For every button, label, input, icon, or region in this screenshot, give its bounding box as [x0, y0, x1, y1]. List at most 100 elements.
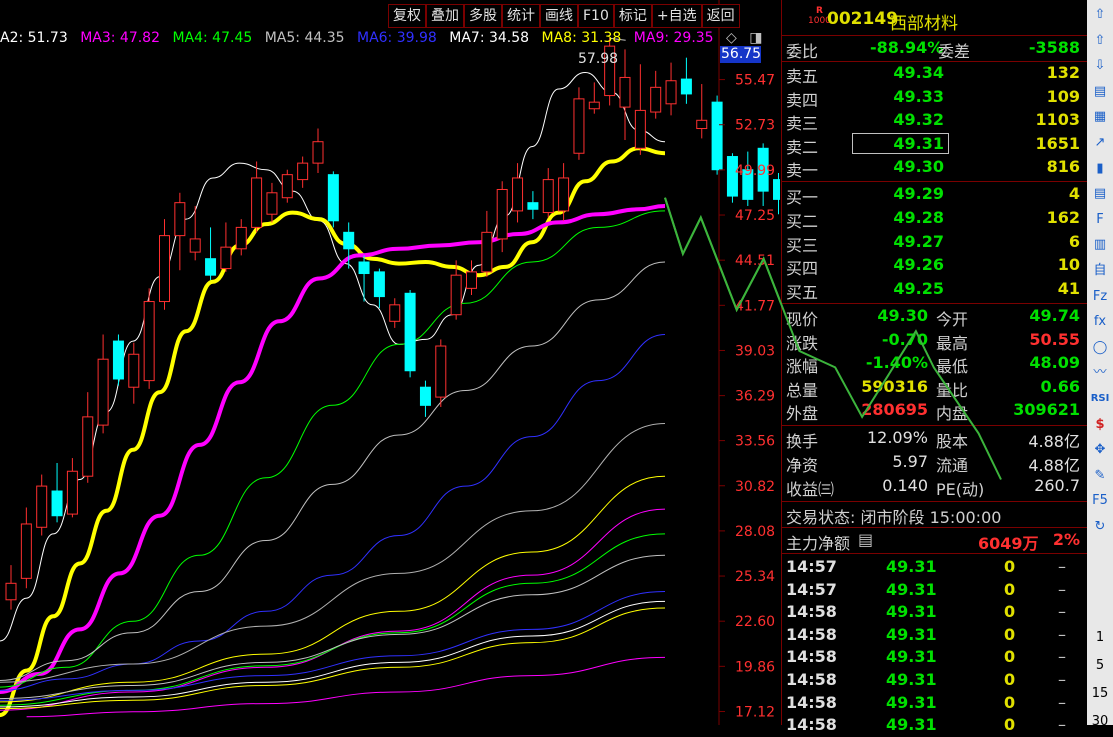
- wave-icon[interactable]: 〰: [1090, 364, 1110, 382]
- candle-down: [327, 174, 339, 222]
- divider: [782, 553, 1088, 554]
- sell-row[interactable]: 卖二 49.31 1651: [786, 132, 1084, 157]
- fundamental-label: 收益㈢: [786, 480, 835, 499]
- candle-up: [665, 80, 677, 105]
- tick-row: 14:58 49.31 0–: [786, 647, 1084, 669]
- period-5-button[interactable]: 5: [1087, 658, 1113, 673]
- main-flow-row[interactable]: 主力净额 ▤ 6049万 2%: [786, 530, 1084, 553]
- candle-up: [82, 416, 94, 477]
- tick-price: 49.31: [886, 692, 937, 712]
- fundamental-value: 4.88亿: [1028, 456, 1080, 475]
- tick-time: 14:58: [786, 670, 837, 689]
- current-price-label: 56.75: [720, 46, 762, 63]
- buy-row[interactable]: 买四 49.26 10: [786, 255, 1084, 278]
- table-icon[interactable]: ▤: [1090, 185, 1110, 203]
- stat-label: 内盘: [936, 404, 969, 424]
- stat-label: 现价: [786, 310, 819, 329]
- level-price: 49.33: [893, 86, 944, 106]
- self-icon[interactable]: 自: [1090, 262, 1110, 280]
- period-15-button[interactable]: 15: [1087, 686, 1113, 701]
- candle-up: [128, 353, 140, 388]
- kline-chart[interactable]: 55.47 52.73 49.99 47.25 44.51 41.77 39.03 36.29…: [0, 0, 780, 725]
- buy-row[interactable]: 买一 49.29 4: [786, 184, 1084, 207]
- buy-row[interactable]: 买三 49.27 6: [786, 232, 1084, 255]
- money-icon[interactable]: $: [1090, 416, 1110, 434]
- buy-row[interactable]: 买五 49.25 41: [786, 279, 1084, 302]
- fundamental-value: 0.140: [882, 476, 928, 495]
- axis-tick-label: 47.25: [735, 208, 775, 224]
- period-1-button[interactable]: 1: [1087, 630, 1113, 645]
- bar-chart-icon[interactable]: ▦: [1090, 108, 1110, 126]
- sell-row[interactable]: 卖一 49.30 816: [786, 157, 1084, 180]
- move-icon[interactable]: ✥: [1090, 441, 1110, 459]
- pen-icon[interactable]: ✎: [1090, 467, 1110, 485]
- weibi-row: 委比 -88.94% 委差 -3588: [786, 38, 1080, 61]
- level-label: 卖五: [786, 67, 819, 86]
- candle-up: [297, 162, 309, 181]
- flow-menu-icon[interactable]: ▤: [858, 530, 873, 549]
- fundamental-value: 260.7: [1034, 476, 1080, 495]
- f5-icon[interactable]: F5: [1090, 492, 1110, 510]
- candle-up: [174, 202, 186, 237]
- period-30-button[interactable]: 30: [1087, 714, 1113, 729]
- sell-row[interactable]: 卖四 49.33 109: [786, 87, 1084, 110]
- candle-up: [696, 119, 708, 130]
- tick-volume: 0: [1004, 624, 1016, 644]
- axis-tick-label: 41.77: [735, 298, 775, 314]
- ma-line: [0, 533, 666, 706]
- up-icon[interactable]: ⇧: [1090, 32, 1110, 50]
- level-price: 49.30: [893, 157, 944, 177]
- list-icon[interactable]: ▤: [1090, 83, 1110, 101]
- candlesticks: [5, 37, 780, 610]
- tick-direction: –: [1058, 670, 1066, 689]
- tick-volume: 0: [1004, 647, 1016, 667]
- diamond-icon[interactable]: ◇: [726, 30, 737, 46]
- circle-icon[interactable]: ◯: [1090, 339, 1110, 357]
- draw-line-button[interactable]: 画线: [540, 4, 578, 28]
- sell-row[interactable]: 卖三 49.32 1103: [786, 110, 1084, 133]
- mark-button[interactable]: 标记: [613, 4, 652, 28]
- candle-up: [5, 582, 17, 601]
- up-arrow-icon[interactable]: ⇧: [1090, 6, 1110, 24]
- stat-row: 外盘 280695 内盘 309621: [786, 400, 1084, 423]
- multi-stock-button[interactable]: 多股: [464, 4, 502, 28]
- buy-row[interactable]: 买二 49.28 162: [786, 208, 1084, 231]
- level-label: 卖二: [786, 137, 819, 157]
- overlay-button[interactable]: 叠加: [426, 4, 464, 28]
- fx-icon[interactable]: fx: [1090, 313, 1110, 331]
- fuquan-button[interactable]: 复权: [388, 4, 426, 28]
- peak-price-label: 57.98: [578, 51, 619, 67]
- level-label: 卖四: [786, 90, 819, 110]
- refresh-icon[interactable]: ↻: [1090, 518, 1110, 536]
- add-watchlist-button[interactable]: +自选: [651, 4, 702, 28]
- ma-line: [0, 508, 666, 711]
- stat-value: -1.40%: [865, 353, 928, 373]
- line-chart-icon[interactable]: ↗: [1090, 134, 1110, 152]
- tick-time: 14:58: [786, 692, 837, 712]
- candle-down: [358, 261, 370, 275]
- axis-tick-label: 28.08: [735, 524, 775, 540]
- stat-label: 最高: [936, 333, 969, 353]
- divider: [782, 181, 1088, 182]
- f10-icon[interactable]: F: [1090, 211, 1110, 229]
- doc-icon[interactable]: ▥: [1090, 236, 1110, 254]
- level-price: 49.32: [893, 110, 944, 130]
- divider: [782, 35, 1088, 36]
- f10-button[interactable]: F10: [578, 4, 614, 28]
- rsi-icon[interactable]: RSI: [1090, 390, 1110, 408]
- legend-toggle-icon[interactable]: ◨: [749, 30, 762, 46]
- tick-row: 14:58 49.31 0–: [786, 715, 1084, 737]
- back-button[interactable]: 返回: [701, 4, 740, 28]
- candles-icon[interactable]: ▮: [1090, 160, 1110, 178]
- level-volume: 41: [1057, 279, 1080, 299]
- stats-button[interactable]: 统计: [502, 4, 540, 28]
- fz-icon[interactable]: Fz: [1090, 288, 1110, 306]
- axis-tick-label: 25.34: [735, 569, 775, 585]
- tick-volume: 0: [1004, 557, 1016, 576]
- kline-chart-area[interactable]: 55.47 52.73 49.99 47.25 44.51 41.77 39.03 36.29…: [0, 0, 780, 725]
- fundamental-value: 12.09%: [866, 428, 928, 447]
- candle-up: [36, 485, 48, 528]
- sell-row[interactable]: 卖五 49.34 132: [786, 63, 1084, 86]
- candle-up: [435, 345, 447, 398]
- down-icon[interactable]: ⇩: [1090, 57, 1110, 75]
